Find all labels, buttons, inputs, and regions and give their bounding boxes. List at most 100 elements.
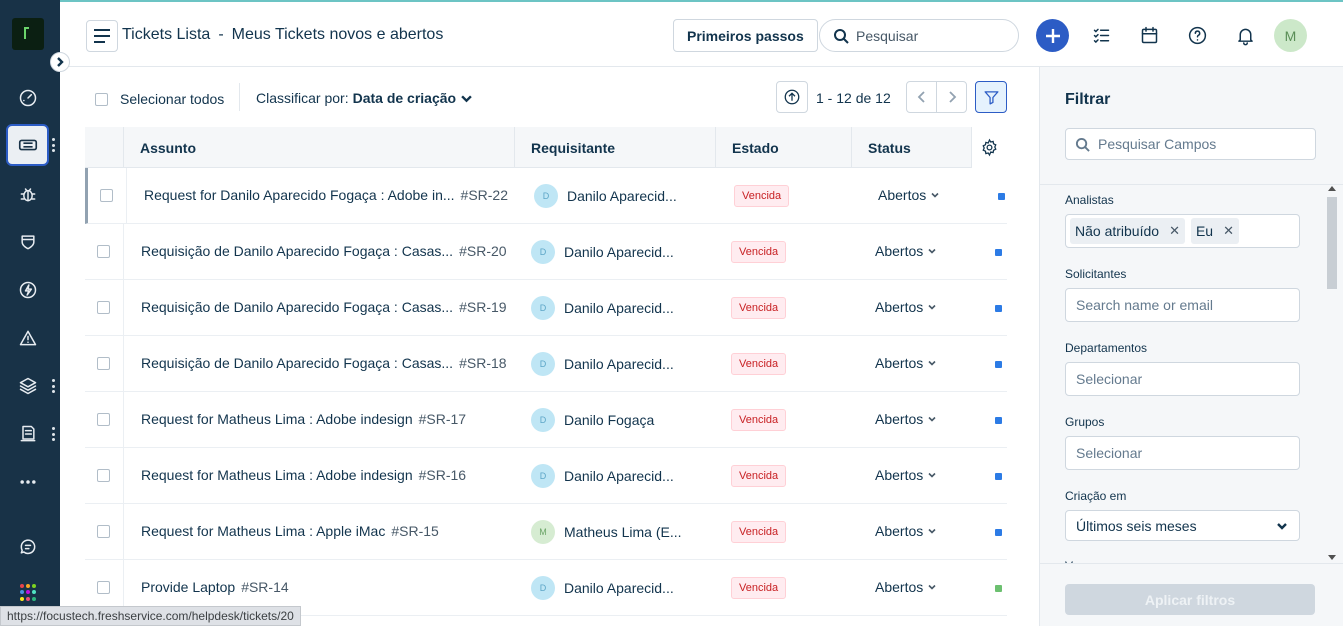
requester-cell[interactable]: D Danilo Aparecid... <box>531 576 674 600</box>
assets-icon[interactable] <box>14 420 42 448</box>
ticket-subject-link[interactable]: Request for Danilo Aparecido Fogaça : Ad… <box>144 187 510 203</box>
table-row[interactable]: Request for Matheus Lima : Adobe indesig… <box>85 448 1007 504</box>
new-item-button[interactable] <box>1036 19 1069 52</box>
tasks-icon[interactable] <box>1089 23 1113 47</box>
tickets-menu-kebab[interactable] <box>51 138 55 152</box>
apply-filters-button[interactable]: Aplicar filtros <box>1065 584 1315 615</box>
chevron-down-icon <box>1277 522 1287 530</box>
chat-icon[interactable] <box>14 533 42 561</box>
ticket-subject-link[interactable]: Request for Matheus Lima : Adobe indesig… <box>141 467 507 483</box>
requester-cell[interactable]: M Matheus Lima (E... <box>531 520 682 544</box>
requester-cell[interactable]: D Danilo Aparecid... <box>531 464 674 488</box>
bug-icon[interactable] <box>14 180 42 208</box>
status-dropdown[interactable]: Abertos <box>875 523 936 539</box>
expand-rail-button[interactable] <box>50 52 70 72</box>
state-badge: Vencida <box>731 241 787 263</box>
priority-indicator <box>995 305 1002 312</box>
requesters-placeholder: Search name or email <box>1076 297 1213 313</box>
row-checkbox[interactable] <box>97 413 110 426</box>
requesters-label: Solicitantes <box>1065 267 1127 281</box>
table-row[interactable]: Request for Matheus Lima : Apple iMac #SR… <box>85 504 1007 560</box>
alert-icon[interactable] <box>14 324 42 352</box>
ticket-subject-link[interactable]: Request for Matheus Lima : Adobe indesig… <box>141 411 507 427</box>
row-checkbox[interactable] <box>97 581 110 594</box>
ticket-id: #SR-16 <box>418 467 467 483</box>
requester-cell[interactable]: D Danilo Fogaça <box>531 408 654 432</box>
view-menu-button[interactable] <box>86 20 118 52</box>
export-button[interactable] <box>776 81 808 113</box>
table-row[interactable]: Requisição de Danilo Aparecido Fogaça : … <box>85 280 1007 336</box>
row-checkbox[interactable] <box>97 525 110 538</box>
table-row[interactable]: Requisição de Danilo Aparecido Fogaça : … <box>85 224 1007 280</box>
status-dropdown[interactable]: Abertos <box>875 243 936 259</box>
select-all[interactable]: Selecionar todos <box>95 91 224 107</box>
lightning-icon[interactable] <box>14 276 42 304</box>
ticket-id: #SR-14 <box>241 579 289 595</box>
sort-dropdown[interactable]: Classificar por: Data de criação <box>256 90 472 106</box>
requester-cell[interactable]: D Danilo Aparecid... <box>531 352 674 376</box>
select-all-checkbox[interactable] <box>95 92 108 106</box>
user-avatar[interactable]: M <box>1274 19 1307 52</box>
bell-icon[interactable] <box>1233 23 1257 47</box>
shield-icon[interactable] <box>14 228 42 256</box>
page-title-view[interactable]: Meus Tickets novos e abertos <box>232 26 444 43</box>
chevron-down-icon <box>928 584 936 590</box>
remove-tag-icon[interactable]: ✕ <box>1223 223 1234 239</box>
company-logo[interactable] <box>12 18 44 50</box>
column-header-status[interactable]: Status <box>851 127 971 168</box>
column-header-subject[interactable]: Assunto <box>123 127 514 168</box>
row-checkbox[interactable] <box>97 357 110 370</box>
calendar-icon[interactable] <box>1137 23 1161 47</box>
row-checkbox[interactable] <box>97 469 110 482</box>
first-steps-button[interactable]: Primeiros passos <box>673 19 818 52</box>
ticket-subject: Requisição de Danilo Aparecido Fogaça : … <box>141 299 454 315</box>
status-dropdown[interactable]: Abertos <box>878 187 939 203</box>
table-row[interactable]: Request for Matheus Lima : Adobe indesig… <box>85 392 1007 448</box>
requester-cell[interactable]: D Danilo Aparecid... <box>531 296 674 320</box>
filter-fields-search-input[interactable]: Pesquisar Campos <box>1065 128 1316 160</box>
ticket-subject-link[interactable]: Requisição de Danilo Aparecido Fogaça : … <box>141 243 507 259</box>
apps-grid-icon[interactable] <box>20 584 37 601</box>
scroll-up-arrow[interactable] <box>1328 186 1336 191</box>
more-icon[interactable] <box>14 468 42 496</box>
layers-icon[interactable] <box>14 372 42 400</box>
status-dropdown[interactable]: Abertos <box>875 299 936 315</box>
analysts-field[interactable]: Não atribuído ✕ Eu ✕ <box>1065 214 1300 248</box>
column-header-requester[interactable]: Requisitante <box>514 127 715 168</box>
row-checkbox[interactable] <box>97 301 110 314</box>
ticket-subject-link[interactable]: Request for Matheus Lima : Apple iMac #SR… <box>141 523 507 539</box>
dashboard-icon[interactable] <box>14 84 42 112</box>
requester-cell[interactable]: D Danilo Aparecid... <box>531 240 674 264</box>
column-header-state[interactable]: Estado <box>715 127 851 168</box>
table-row[interactable]: Request for Danilo Aparecido Fogaça : Ad… <box>85 168 1007 224</box>
departments-select[interactable]: Selecionar <box>1065 362 1300 396</box>
remove-tag-icon[interactable]: ✕ <box>1169 223 1180 239</box>
requester-cell[interactable]: D Danilo Aparecid... <box>534 184 677 208</box>
layers-menu-kebab[interactable] <box>51 379 55 393</box>
groups-select[interactable]: Selecionar <box>1065 436 1300 470</box>
table-row[interactable]: Requisição de Danilo Aparecido Fogaça : … <box>85 336 1007 392</box>
ticket-subject-link[interactable]: Requisição de Danilo Aparecido Fogaça : … <box>141 355 507 371</box>
global-search-input[interactable]: Pesquisar <box>819 19 1019 52</box>
column-settings-button[interactable] <box>971 127 1007 168</box>
row-checkbox[interactable] <box>100 189 113 202</box>
status-dropdown[interactable]: Abertos <box>875 467 936 483</box>
filter-scrollbar[interactable] <box>1327 185 1337 563</box>
ticket-subject-link[interactable]: Provide Laptop #SR-14 <box>141 579 507 595</box>
ticket-subject-link[interactable]: Requisição de Danilo Aparecido Fogaça : … <box>141 299 507 315</box>
requesters-input[interactable]: Search name or email <box>1065 288 1300 322</box>
help-icon[interactable] <box>1185 23 1209 47</box>
assets-menu-kebab[interactable] <box>51 427 55 441</box>
status-dropdown[interactable]: Abertos <box>875 579 936 595</box>
state-badge: Vencida <box>731 297 787 319</box>
created-select[interactable]: Últimos seis meses <box>1065 510 1300 541</box>
scrollbar-thumb[interactable] <box>1327 197 1337 289</box>
toggle-filter-button[interactable] <box>975 81 1007 113</box>
status-dropdown[interactable]: Abertos <box>875 411 936 427</box>
next-page-button[interactable] <box>936 81 967 113</box>
prev-page-button[interactable] <box>906 81 937 113</box>
tickets-icon[interactable] <box>6 124 49 166</box>
scroll-down-arrow[interactable] <box>1328 555 1336 560</box>
row-checkbox[interactable] <box>97 245 110 258</box>
status-dropdown[interactable]: Abertos <box>875 355 936 371</box>
